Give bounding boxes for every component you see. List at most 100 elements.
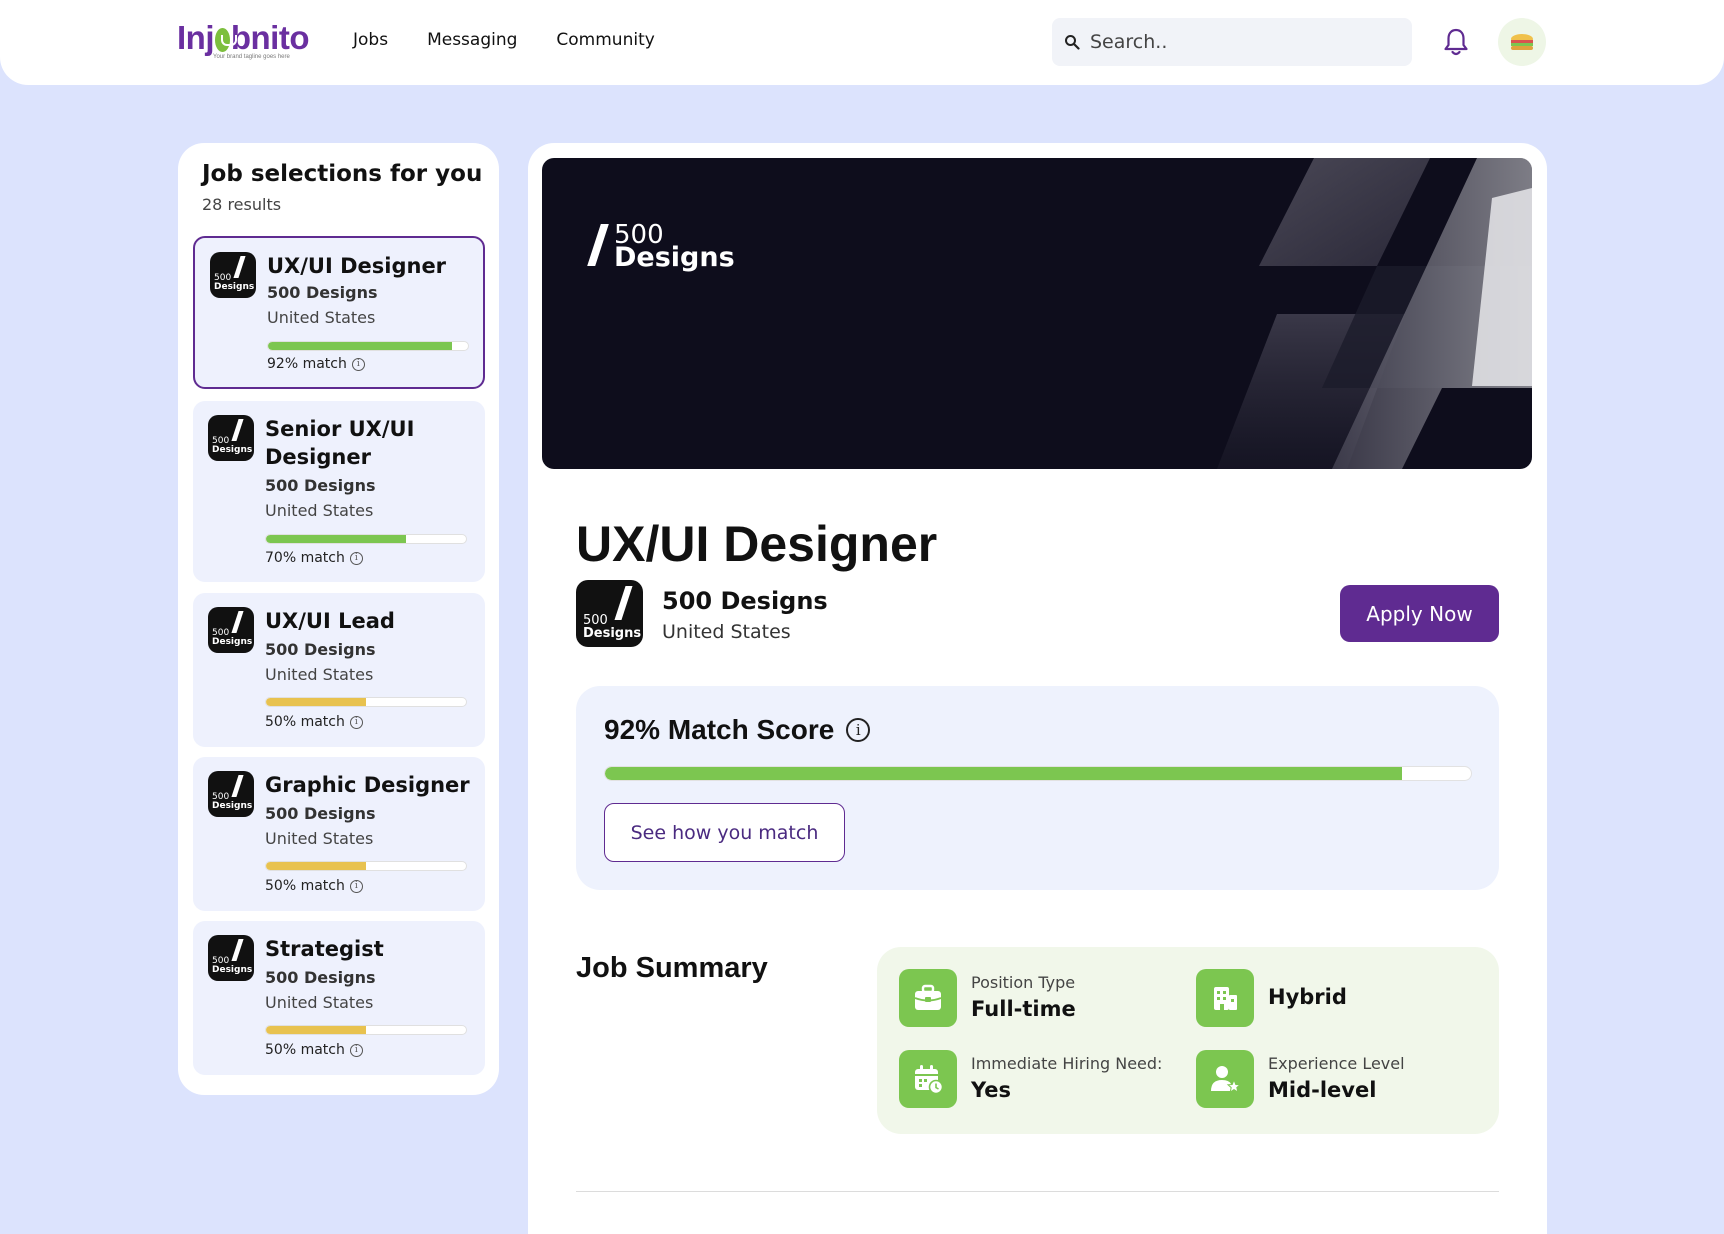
immediate-hiring-value: Yes (971, 1078, 1012, 1102)
job-title: Graphic Designer (265, 773, 470, 797)
job-detail-title: UX/UI Designer (576, 516, 938, 572)
match-label: 50% match (265, 878, 345, 894)
banner-logo-word: Designs (614, 242, 735, 273)
logo-slash-icon (233, 256, 246, 278)
logo-word: Designs (212, 801, 253, 811)
logo-text-post: bnito (230, 19, 310, 56)
job-card-4[interactable]: 500 Designs Graphic Designer 500 Designs… (193, 757, 485, 911)
job-title: UX/UI Designer (267, 254, 447, 278)
company-banner: 500 Designs (542, 158, 1532, 469)
job-card-2[interactable]: 500 Designs Senior UX/UI Designer 500 De… (193, 401, 485, 582)
info-icon[interactable]: i (846, 718, 871, 742)
match-bar (265, 1025, 467, 1035)
company-logo-large: 500 Designs (576, 580, 643, 647)
nav-jobs[interactable]: Jobs (353, 30, 388, 50)
job-card-3[interactable]: 500 Designs UX/UI Lead 500 Designs Unite… (193, 593, 485, 747)
info-icon[interactable]: i (349, 551, 363, 565)
job-location: United States (265, 993, 374, 1012)
logo-word: Designs (212, 445, 253, 455)
match-label: 92% match (267, 356, 347, 372)
experience-level-label: Experience Level (1268, 1054, 1405, 1073)
match-bar (265, 697, 467, 707)
match-bar-fill (266, 698, 366, 706)
info-icon[interactable]: i (349, 1043, 363, 1057)
match-score-bar-fill (605, 767, 1402, 780)
nav-community[interactable]: Community (556, 30, 654, 50)
user-avatar[interactable] (1498, 18, 1546, 66)
briefcase-icon (899, 969, 957, 1027)
search-box (1052, 18, 1412, 66)
job-title: Senior UX/UI Designer (265, 417, 415, 469)
job-location: United States (267, 308, 376, 327)
logo-slash-icon (231, 611, 244, 633)
sidebar-title: Job selections for you (202, 161, 483, 187)
building-icon (1196, 969, 1254, 1027)
match-label: 50% match (265, 714, 345, 730)
position-type-label: Position Type (971, 973, 1076, 992)
info-icon[interactable]: i (349, 715, 363, 729)
position-type-value: Full-time (971, 997, 1076, 1021)
notification-bell-icon[interactable] (1442, 27, 1470, 57)
user-star-icon (1196, 1050, 1254, 1108)
see-how-you-match-button[interactable]: See how you match (604, 803, 845, 862)
job-location: United States (265, 829, 374, 848)
job-card-5[interactable]: 500 Designs Strategist 500 Designs Unite… (193, 921, 485, 1075)
apply-now-button[interactable]: Apply Now (1340, 585, 1499, 642)
avatar-image (1511, 34, 1533, 50)
nav-messaging[interactable]: Messaging (427, 30, 517, 50)
job-company: 500 Designs (265, 476, 376, 495)
job-summary-card: Position Type Full-time Hybrid Immediate… (877, 947, 1499, 1134)
search-icon (1065, 35, 1080, 50)
match-label: 70% match (265, 550, 345, 566)
logo-word: Designs (212, 965, 253, 975)
logo-slash-icon (231, 775, 244, 797)
experience-level-value: Mid-level (1268, 1078, 1377, 1102)
match-score-title: 92% Match Score (604, 714, 835, 745)
results-count: 28 results (202, 195, 282, 214)
company-logo: 500 Designs (208, 607, 254, 653)
info-icon[interactable]: i (349, 879, 363, 893)
immediate-hiring-label: Immediate Hiring Need: (971, 1054, 1163, 1073)
company-logo: 500 Designs (208, 935, 254, 981)
work-mode-value: Hybrid (1268, 985, 1347, 1009)
match-bar (267, 341, 469, 351)
job-card-1[interactable]: 500 Designs UX/UI Designer 500 Designs U… (193, 236, 485, 389)
match-bar-fill (266, 1026, 366, 1034)
job-location: United States (265, 665, 374, 684)
company-logo: 500 Designs (210, 252, 256, 298)
detail-company-name: 500 Designs (662, 587, 828, 615)
logo-text-pre: Inj (177, 19, 215, 56)
job-title: Strategist (265, 937, 384, 961)
job-company: 500 Designs (267, 283, 378, 302)
match-score-bar (604, 766, 1472, 781)
job-selections-panel: Job selections for you 28 results 500 De… (178, 143, 499, 1095)
main-nav: Jobs Messaging Community (353, 30, 655, 50)
logo-slash-icon (614, 586, 633, 620)
logo-word: Designs (214, 282, 255, 292)
search-input[interactable] (1090, 31, 1390, 53)
company-logo: 500 Designs (208, 415, 254, 461)
detail-location: United States (662, 621, 791, 643)
calendar-clock-icon (899, 1050, 957, 1108)
match-label: 50% match (265, 1042, 345, 1058)
job-location: United States (265, 501, 374, 520)
logo-word: Designs (583, 626, 642, 641)
section-divider (576, 1191, 1499, 1192)
company-logo: 500 Designs (208, 771, 254, 817)
match-bar-fill (266, 862, 366, 870)
job-company: 500 Designs (265, 804, 376, 823)
logo-smile-icon (215, 28, 237, 52)
match-bar (265, 534, 467, 544)
job-title: UX/UI Lead (265, 609, 395, 633)
match-bar (265, 861, 467, 871)
logo-word: Designs (212, 637, 253, 647)
match-bar-fill (266, 535, 406, 543)
injobnito-logo[interactable]: Inj bnito Your brand tagline goes here (177, 19, 310, 64)
top-header: Inj bnito Your brand tagline goes here Jo… (0, 0, 1724, 85)
info-icon[interactable]: i (351, 357, 365, 371)
job-company: 500 Designs (265, 968, 376, 987)
match-bar-fill (268, 342, 452, 350)
logo-slash-icon (231, 939, 244, 961)
logo-tagline: Your brand tagline goes here (213, 54, 290, 60)
job-summary-title: Job Summary (576, 952, 768, 984)
